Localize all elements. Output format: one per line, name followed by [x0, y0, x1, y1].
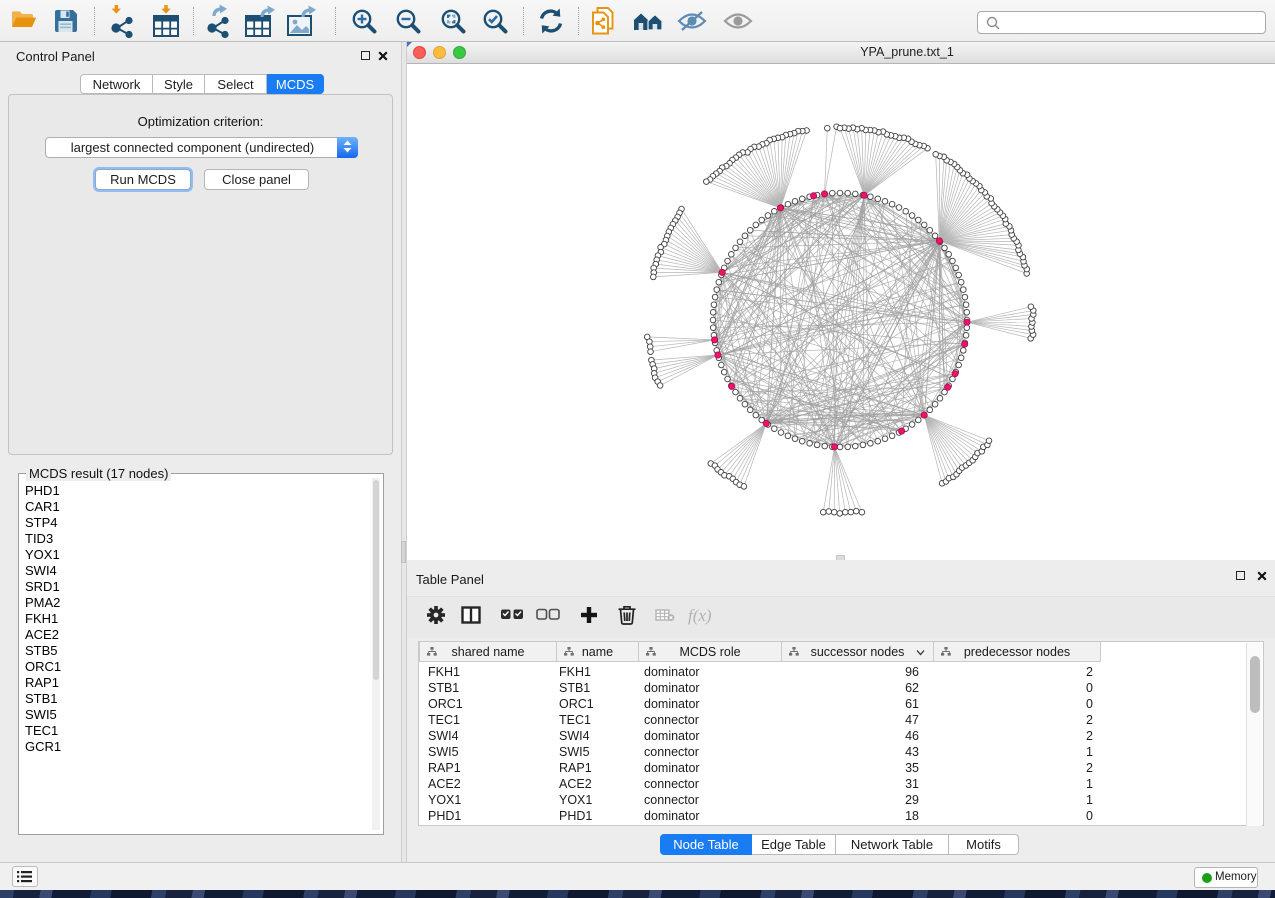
svg-text:f(x): f(x) — [688, 606, 712, 625]
